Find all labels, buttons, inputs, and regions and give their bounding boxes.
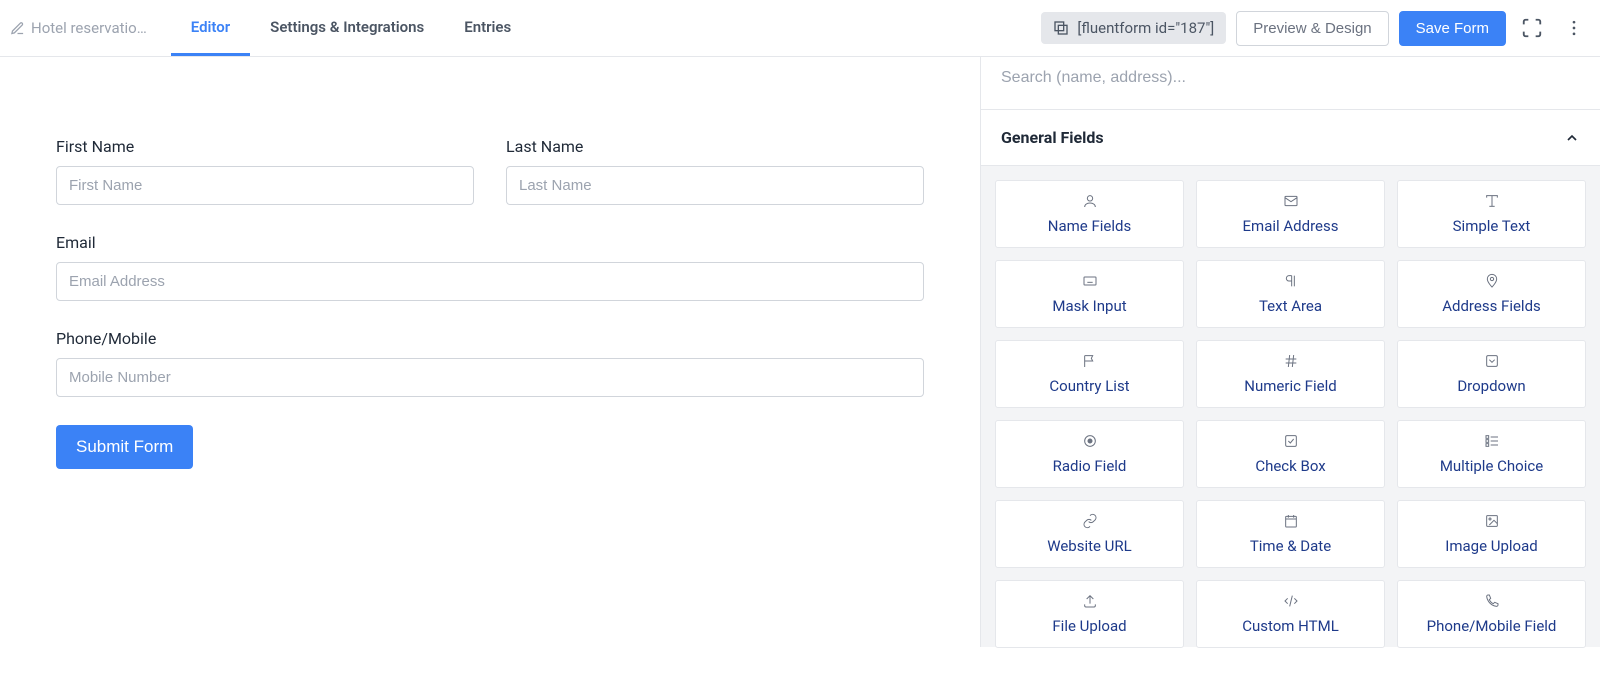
email-label: Email [56,233,924,252]
phone-group[interactable]: Phone/Mobile [56,329,924,397]
field-dropdown[interactable]: Dropdown [1397,340,1586,408]
last-name-group[interactable]: Last Name [506,137,924,205]
envelope-icon [1283,193,1299,209]
search-wrap [981,57,1600,110]
user-icon [1082,193,1098,209]
field-numeric-field[interactable]: Numeric Field [1196,340,1385,408]
pencil-icon [10,21,25,36]
fullscreen-button[interactable] [1516,12,1548,44]
field-label: Radio Field [1053,457,1127,475]
preview-design-button[interactable]: Preview & Design [1236,11,1388,46]
upload-icon [1082,593,1098,609]
fullscreen-icon [1521,17,1543,39]
field-website-url[interactable]: Website URL [995,500,1184,568]
map-pin-icon [1484,273,1500,289]
text-icon [1484,193,1500,209]
radio-icon [1082,433,1098,449]
section-title: General Fields [1001,128,1104,147]
field-label: Email Address [1243,217,1339,235]
phone-label: Phone/Mobile [56,329,924,348]
phone-icon [1484,593,1500,609]
paragraph-icon [1283,273,1299,289]
tab-settings[interactable]: Settings & Integrations [250,0,444,56]
field-mask-input[interactable]: Mask Input [995,260,1184,328]
email-input[interactable] [56,262,924,301]
field-custom-html[interactable]: Custom HTML [1196,580,1385,648]
form-title[interactable]: Hotel reservatio… [10,19,147,37]
more-vertical-icon [1564,18,1584,38]
field-label: Text Area [1259,297,1322,315]
form-canvas: First Name Last Name Email Phone/Mobile … [0,57,980,647]
hash-icon [1283,353,1299,369]
field-multiple-choice[interactable]: Multiple Choice [1397,420,1586,488]
field-grid: Name Fields Email Address Simple Text Ma… [981,166,1600,676]
tab-entries[interactable]: Entries [444,0,531,56]
copy-icon [1053,20,1069,36]
field-label: Image Upload [1445,537,1537,555]
more-menu-button[interactable] [1558,12,1590,44]
nav-tabs: Editor Settings & Integrations Entries [171,0,531,56]
image-icon [1484,513,1500,529]
first-name-group[interactable]: First Name [56,137,474,205]
form-title-text: Hotel reservatio… [31,19,147,37]
shortcode-text: [fluentform id="187"] [1077,19,1214,37]
search-input[interactable] [997,61,1584,95]
link-icon [1082,513,1098,529]
field-file-upload[interactable]: File Upload [995,580,1184,648]
dropdown-icon [1484,353,1500,369]
field-label: Dropdown [1457,377,1525,395]
main: First Name Last Name Email Phone/Mobile … [0,57,1600,647]
field-label: Website URL [1047,537,1131,555]
field-label: Multiple Choice [1440,457,1543,475]
field-label: Name Fields [1048,217,1131,235]
field-radio-field[interactable]: Radio Field [995,420,1184,488]
topbar-left: Hotel reservatio… Editor Settings & Inte… [10,0,531,56]
field-label: Custom HTML [1242,617,1339,635]
field-time-date[interactable]: Time & Date [1196,500,1385,568]
field-label: Country List [1049,377,1129,395]
field-label: Simple Text [1453,217,1531,235]
last-name-label: Last Name [506,137,924,156]
first-name-label: First Name [56,137,474,156]
field-label: Phone/Mobile Field [1427,617,1557,635]
field-check-box[interactable]: Check Box [1196,420,1385,488]
phone-input[interactable] [56,358,924,397]
field-name-fields[interactable]: Name Fields [995,180,1184,248]
topbar-right: [fluentform id="187"] Preview & Design S… [1041,11,1590,46]
last-name-input[interactable] [506,166,924,205]
first-name-input[interactable] [56,166,474,205]
topbar: Hotel reservatio… Editor Settings & Inte… [0,0,1600,57]
fields-sidebar: General Fields Name Fields Email Address… [980,57,1600,647]
name-row: First Name Last Name [56,137,924,205]
list-check-icon [1484,433,1500,449]
section-general-fields[interactable]: General Fields [981,110,1600,166]
email-group[interactable]: Email [56,233,924,301]
field-country-list[interactable]: Country List [995,340,1184,408]
save-form-button[interactable]: Save Form [1399,11,1506,46]
code-icon [1283,593,1299,609]
shortcode-display[interactable]: [fluentform id="187"] [1041,12,1226,44]
field-label: Numeric Field [1244,377,1336,395]
checkbox-icon [1283,433,1299,449]
field-image-upload[interactable]: Image Upload [1397,500,1586,568]
field-label: Time & Date [1250,537,1331,555]
submit-button[interactable]: Submit Form [56,425,193,469]
field-label: Check Box [1255,457,1325,475]
field-label: File Upload [1052,617,1126,635]
field-phone-mobile[interactable]: Phone/Mobile Field [1397,580,1586,648]
tab-editor[interactable]: Editor [171,0,250,56]
field-label: Address Fields [1442,297,1541,315]
calendar-icon [1283,513,1299,529]
field-email-address[interactable]: Email Address [1196,180,1385,248]
field-text-area[interactable]: Text Area [1196,260,1385,328]
field-label: Mask Input [1052,297,1126,315]
field-address-fields[interactable]: Address Fields [1397,260,1586,328]
chevron-up-icon [1564,130,1580,146]
flag-icon [1082,353,1098,369]
field-simple-text[interactable]: Simple Text [1397,180,1586,248]
keyboard-icon [1082,273,1098,289]
